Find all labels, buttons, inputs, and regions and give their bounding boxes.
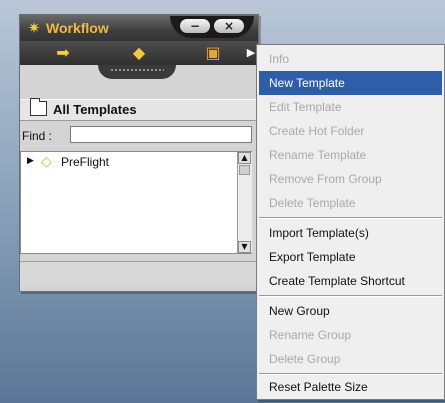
window-title: Workflow [46, 20, 109, 36]
tree-item-label: PreFlight [61, 155, 110, 169]
grip-icon [110, 68, 164, 73]
tab-handle[interactable] [98, 65, 176, 79]
minimize-button[interactable]: − [180, 19, 210, 33]
folder-icon[interactable]: ▣ [198, 43, 228, 63]
template-tree: ▶ ◇ PreFlight [20, 151, 252, 254]
menu-item-new-template[interactable]: New Template [259, 71, 442, 95]
menu-item-create-hot-folder: Create Hot Folder [269, 124, 365, 138]
status-bar [20, 261, 258, 286]
workflow-palette: ✷ Workflow − × ➡ ◆ ▣ ▶ All Templates Fin… [19, 14, 259, 292]
section-header: All Templates [20, 98, 258, 121]
menu-separator [259, 217, 442, 219]
menu-item-info: Info [269, 52, 290, 66]
menu-separator [259, 295, 442, 297]
menu-item-delete-template: Delete Template [269, 196, 356, 210]
menu-item-reset-palette-size[interactable]: Reset Palette Size [259, 375, 442, 399]
toolbar: ➡ ◆ ▣ ▶ [20, 41, 258, 65]
tag-icon[interactable]: ◆ [124, 43, 154, 63]
menu-item-rename-template: Rename Template [269, 148, 367, 162]
folder-outline-icon [30, 98, 47, 116]
window-controls: − × [170, 16, 254, 38]
find-row: Find : [20, 126, 258, 146]
menu-item-rename-group: Rename Group [269, 328, 352, 342]
menu-item-remove-from-group: Remove From Group [269, 172, 382, 186]
menu-item-delete-group: Delete Group [269, 352, 341, 366]
title-bar[interactable]: ✷ Workflow − × [20, 15, 258, 41]
find-input[interactable] [70, 126, 252, 143]
scroll-thumb[interactable] [239, 165, 250, 175]
menu-item-edit-template: Edit Template [269, 100, 342, 114]
section-title: All Templates [53, 102, 137, 117]
menu-item-export-template[interactable]: Export Template [259, 245, 442, 269]
scroll-down-icon[interactable]: ▼ [238, 241, 251, 253]
expand-arrow-icon[interactable]: ▶ [27, 156, 34, 166]
context-menu: Info New Template Edit Template Create H… [256, 44, 445, 400]
tree-scrollbar[interactable]: ▲ ▼ [237, 152, 252, 253]
find-label: Find : [22, 129, 53, 143]
move-icon[interactable]: ➡ [48, 43, 78, 63]
gear-icon: ✷ [27, 19, 41, 37]
menu-item-import-templates[interactable]: Import Template(s) [259, 221, 442, 245]
tag-icon: ◇ [41, 154, 52, 170]
menu-item-create-template-shortcut[interactable]: Create Template Shortcut [259, 269, 442, 293]
scroll-up-icon[interactable]: ▲ [238, 152, 251, 164]
menu-item-new-group[interactable]: New Group [259, 299, 442, 323]
close-button[interactable]: × [214, 19, 244, 33]
